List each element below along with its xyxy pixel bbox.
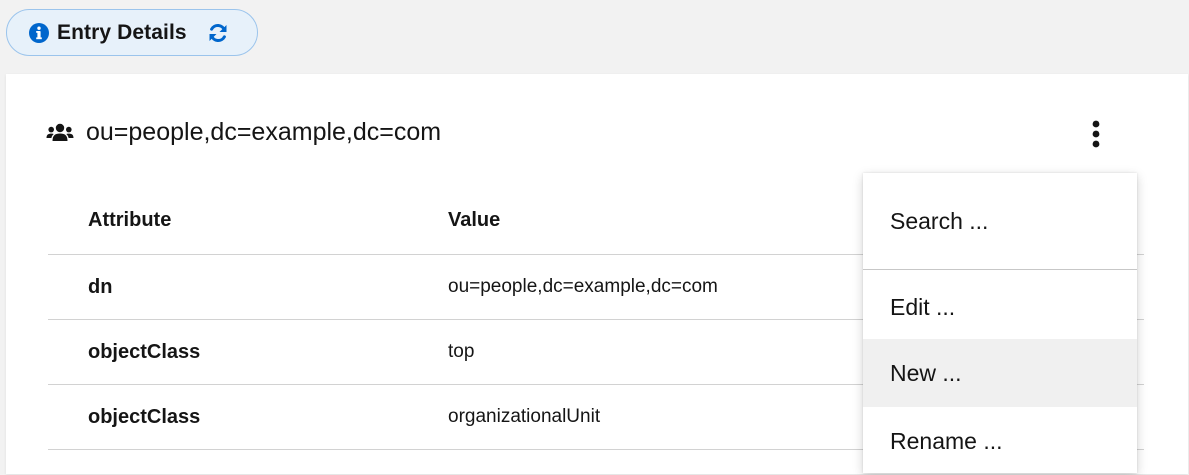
entry-header: ou=people,dc=example,dc=com — [46, 118, 441, 147]
menu-item-search[interactable]: Search ... — [863, 173, 1137, 269]
attribute-cell: dn — [48, 254, 448, 320]
entry-title: ou=people,dc=example,dc=com — [86, 118, 442, 146]
attribute-cell: objectClass — [48, 319, 448, 385]
refresh-icon[interactable] — [207, 22, 229, 44]
kebab-icon — [1091, 120, 1101, 153]
tab-label: Entry Details — [57, 20, 187, 44]
attribute-cell: objectClass — [48, 384, 448, 450]
menu-item-new[interactable]: New ... — [863, 339, 1137, 407]
info-circle-icon — [29, 22, 49, 43]
actions-dropdown-menu: Search ... Edit ... New ... Rename ... — [863, 173, 1137, 473]
column-header-attribute: Attribute — [48, 186, 448, 255]
menu-item-edit[interactable]: Edit ... — [863, 270, 1137, 339]
entry-details-tab[interactable]: Entry Details — [6, 9, 258, 56]
kebab-menu-button[interactable] — [1082, 118, 1110, 154]
menu-item-rename[interactable]: Rename ... — [863, 407, 1137, 475]
users-icon — [46, 122, 74, 144]
